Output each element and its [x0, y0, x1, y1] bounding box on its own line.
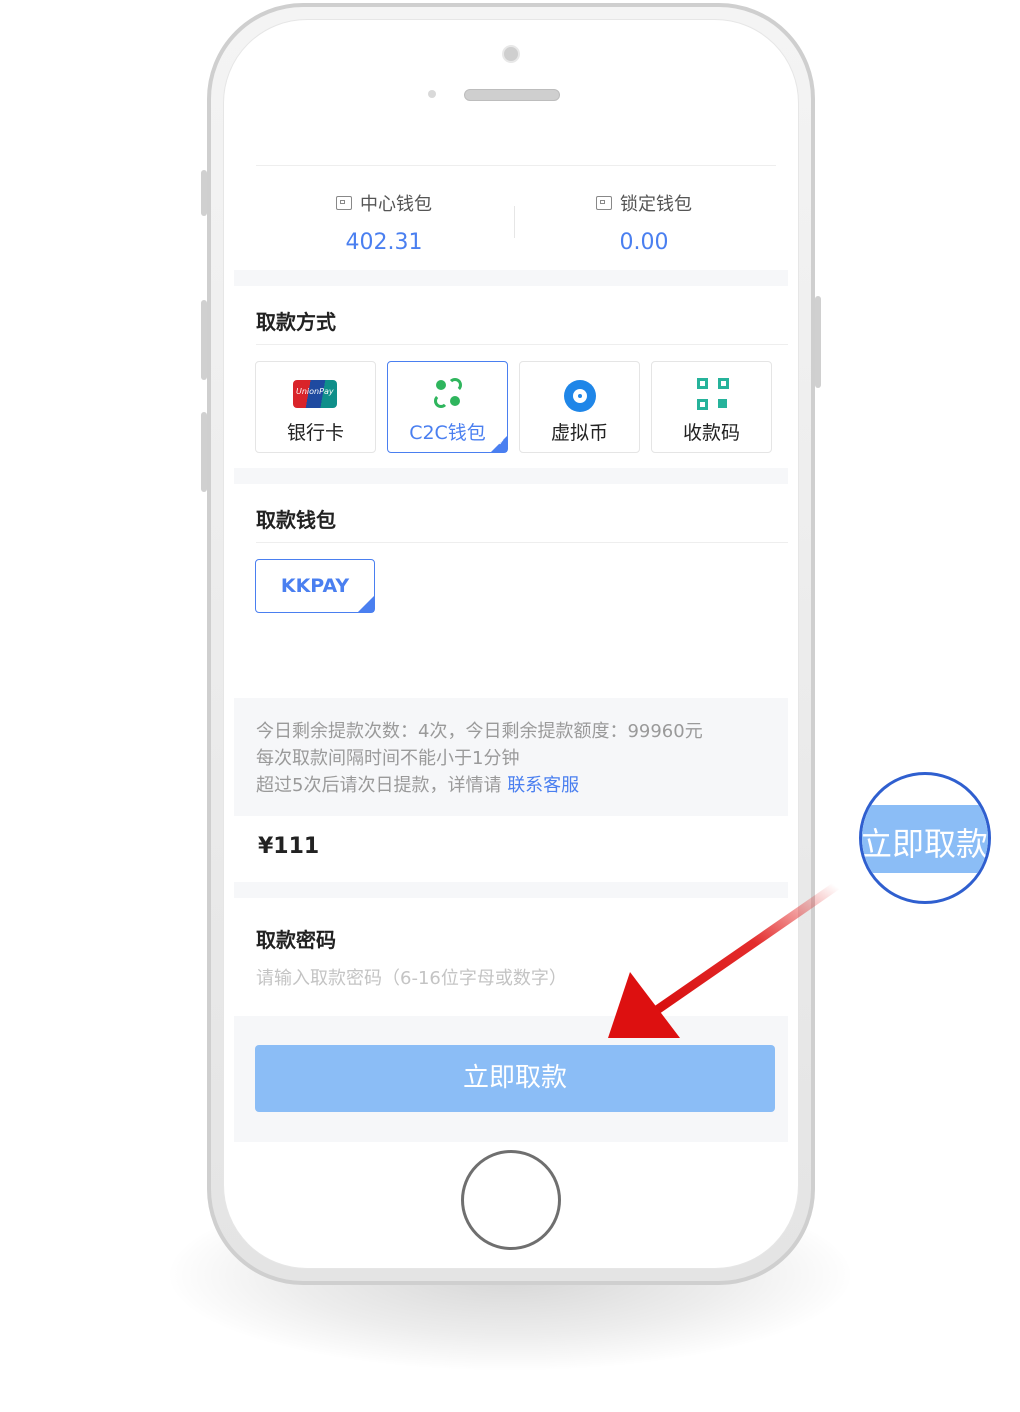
- locked-wallet: 锁定钱包 0.00: [506, 190, 782, 255]
- selected-check-icon: [491, 436, 507, 452]
- method-bank-card[interactable]: UnionPay 银行卡: [255, 361, 376, 453]
- method-qr-code[interactable]: 收款码: [651, 361, 772, 453]
- note-limit: 超过5次后请次日提款，详情请 联系客服: [256, 775, 580, 796]
- front-camera: [502, 45, 520, 63]
- wallet-balance-card: 中心钱包 402.31 锁定钱包 0.00: [234, 156, 788, 270]
- unionpay-icon: UnionPay: [293, 380, 337, 408]
- proximity-sensor: [428, 90, 436, 98]
- wallet-icon: [596, 196, 612, 210]
- withdraw-amount[interactable]: ¥111: [258, 834, 319, 859]
- home-button[interactable]: [461, 1150, 561, 1250]
- zoom-callout: 立即取款: [859, 772, 991, 904]
- selected-check-icon: [358, 596, 374, 650]
- pointer-arrow: [608, 881, 841, 1038]
- wallet-option-kkpay[interactable]: KKPAY: [255, 559, 375, 650]
- locked-wallet-balance: 0.00: [619, 230, 669, 255]
- wallet-option-label: KKPAY: [280, 575, 350, 597]
- center-wallet-balance: 402.31: [345, 230, 423, 255]
- note-interval: 每次取款间隔时间不能小于1分钟: [256, 748, 520, 769]
- method-label: 收款码: [682, 422, 740, 444]
- method-label: 银行卡: [286, 422, 344, 444]
- earpiece-speaker: [464, 89, 560, 101]
- zoomed-button-label: 立即取款: [860, 825, 989, 863]
- withdraw-wallet-title: 取款钱包: [256, 508, 336, 532]
- method-c2c-wallet[interactable]: C2C钱包: [387, 361, 508, 453]
- divider: [256, 344, 788, 345]
- locked-wallet-title: 锁定钱包: [620, 194, 692, 215]
- c2c-icon: [434, 378, 462, 408]
- divider: [256, 165, 776, 166]
- withdraw-notes: 今日剩余提款次数：4次，今日剩余提款额度：99960元 每次取款间隔时间不能小于…: [256, 718, 703, 799]
- qr-code-icon: [697, 378, 729, 410]
- center-wallet: 中心钱包 402.31: [246, 190, 522, 255]
- withdraw-wallet-card: 取款钱包 KKPAY: [234, 484, 788, 698]
- method-label: 虚拟币: [550, 422, 608, 444]
- withdraw-method-card: 取款方式 UnionPay 银行卡 C2C钱包 虚拟币 收款码: [234, 286, 788, 468]
- method-label: C2C钱包: [409, 422, 486, 444]
- wallet-icon: [336, 196, 352, 210]
- method-crypto[interactable]: 虚拟币: [519, 361, 640, 453]
- password-title: 取款密码: [256, 928, 336, 952]
- center-wallet-title: 中心钱包: [360, 194, 432, 215]
- volume-up-button: [201, 300, 207, 380]
- mute-switch: [201, 170, 207, 216]
- divider: [256, 542, 788, 543]
- volume-down-button: [201, 412, 207, 492]
- arrow-shaft: [649, 881, 841, 1017]
- crypto-coin-icon: [564, 380, 596, 412]
- withdraw-method-title: 取款方式: [256, 310, 336, 334]
- contact-support-link[interactable]: 联系客服: [507, 775, 579, 796]
- note-remaining: 今日剩余提款次数：4次，今日剩余提款额度：99960元: [256, 721, 703, 742]
- power-button: [815, 296, 821, 388]
